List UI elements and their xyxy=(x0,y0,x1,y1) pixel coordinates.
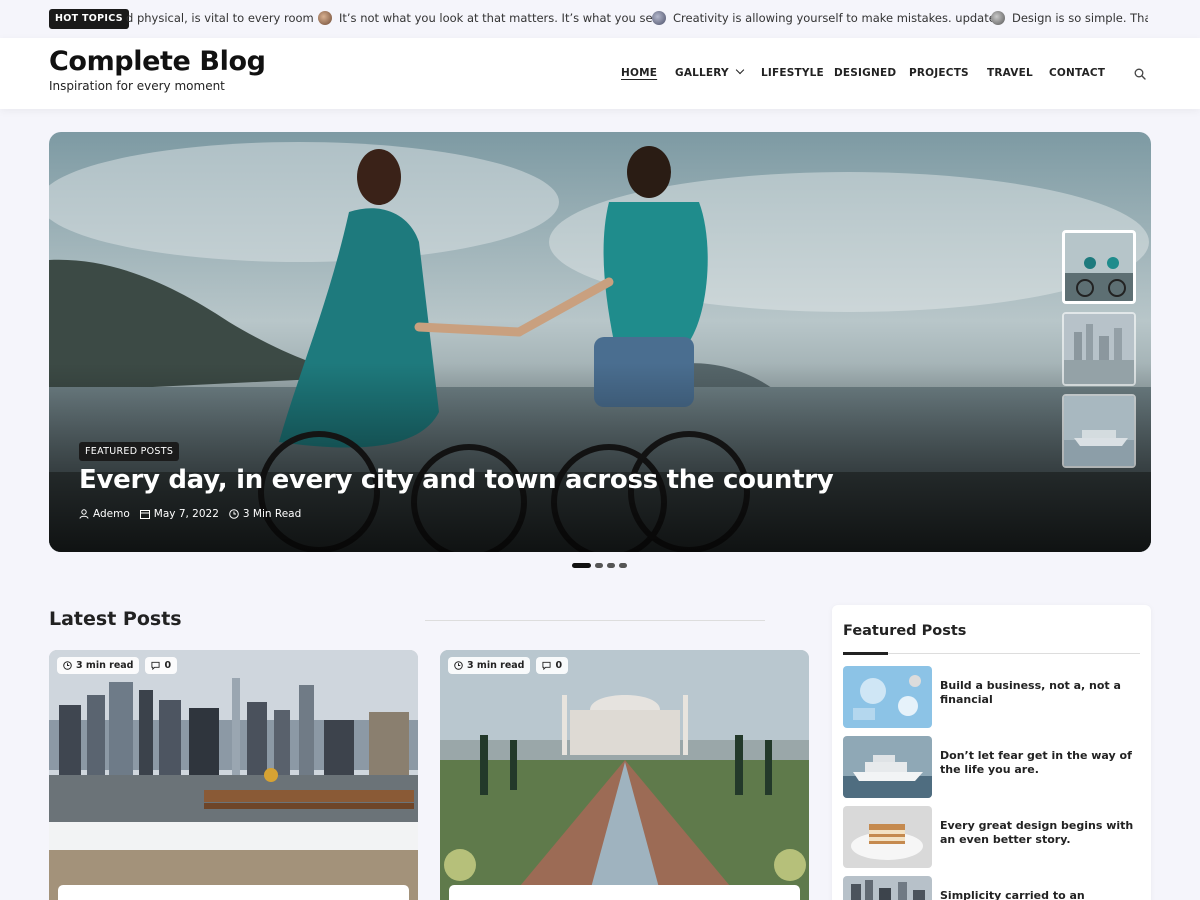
post-card-badges: 3 min read 0 xyxy=(57,657,178,674)
comments-badge[interactable]: 0 xyxy=(145,657,178,674)
nav-contact[interactable]: CONTACT xyxy=(1049,67,1105,79)
post-card-image xyxy=(440,650,809,900)
hero-thumb-city[interactable] xyxy=(1062,312,1136,386)
featured-posts-widget: Featured Posts Build a business, not a, … xyxy=(832,605,1151,900)
read-time-text: 3 min read xyxy=(467,660,525,671)
thumb-image xyxy=(1064,396,1134,466)
site-tagline: Inspiration for every moment xyxy=(49,79,225,93)
featured-post-item[interactable]: Build a business, not a, not a financial xyxy=(843,666,1141,728)
hero-read-time-text: 3 Min Read xyxy=(242,508,302,520)
featured-post-thumb[interactable] xyxy=(843,876,932,900)
hero-author-name: Ademo xyxy=(93,508,130,520)
slider-dot[interactable] xyxy=(619,563,627,568)
ticker-item-text: Creativity is allowing yourself to make … xyxy=(673,11,996,25)
nav-gallery[interactable]: GALLERY xyxy=(675,65,745,79)
nav-designed[interactable]: DESIGNED xyxy=(834,67,896,79)
hero-author[interactable]: Ademo xyxy=(79,508,130,520)
slider-dot[interactable] xyxy=(595,563,603,568)
hero-slider[interactable]: FEATURED POSTS Every day, in every city … xyxy=(49,132,1151,552)
hero-read-time: 3 Min Read xyxy=(229,508,301,520)
ticker-thumb xyxy=(991,11,1005,25)
ticker-item[interactable]: d physical, is vital to every room xyxy=(126,11,314,25)
hot-topics-label: HOT TOPICS xyxy=(49,9,129,29)
featured-post-title[interactable]: Build a business, not a, not a financial xyxy=(940,679,1135,707)
ticker-thumb xyxy=(318,11,332,25)
nav-gallery-label: GALLERY xyxy=(675,67,729,79)
slider-dots xyxy=(572,563,627,568)
thumb-image xyxy=(843,666,932,728)
featured-post-title[interactable]: Don’t let fear get in the way of the lif… xyxy=(940,749,1135,777)
comment-icon xyxy=(151,661,161,670)
read-time-badge: 3 min read xyxy=(57,657,140,674)
user-icon xyxy=(79,509,89,519)
brand[interactable]: Complete Blog Inspiration for every mome… xyxy=(49,46,266,93)
site-header: Complete Blog Inspiration for every mome… xyxy=(0,38,1200,109)
hero-category-badge[interactable]: FEATURED POSTS xyxy=(79,442,180,461)
nav-lifestyle[interactable]: LIFESTYLE xyxy=(761,67,824,79)
widget-divider-accent xyxy=(843,652,888,655)
thumb-image xyxy=(1065,233,1133,301)
post-card-badges: 3 min read 0 xyxy=(448,657,569,674)
featured-post-item[interactable]: Don’t let fear get in the way of the lif… xyxy=(843,736,1141,798)
post-card-body xyxy=(449,885,800,900)
featured-post-title[interactable]: Simplicity carried to an extreme xyxy=(940,889,1135,900)
comments-badge[interactable]: 0 xyxy=(536,657,569,674)
ticker-item[interactable]: Design is so simple. That’s xyxy=(991,11,1148,25)
featured-post-thumb[interactable] xyxy=(843,736,932,798)
site-title[interactable]: Complete Blog xyxy=(49,46,266,77)
latest-posts-title: Latest Posts xyxy=(49,608,182,630)
ticker-item[interactable]: Creativity is allowing yourself to make … xyxy=(652,11,996,25)
read-time-text: 3 min read xyxy=(76,660,134,671)
ticker-thumb xyxy=(652,11,666,25)
nav-travel[interactable]: TRAVEL xyxy=(987,67,1033,79)
hero-title[interactable]: Every day, in every city and town across… xyxy=(79,465,834,495)
featured-post-item[interactable]: Simplicity carried to an extreme xyxy=(843,876,1141,900)
calendar-icon xyxy=(139,510,150,519)
post-card-image xyxy=(49,650,418,900)
hero-date[interactable]: May 7, 2022 xyxy=(139,508,219,520)
post-card[interactable]: 3 min read 0 xyxy=(440,650,809,900)
hero-thumb-ship[interactable] xyxy=(1062,394,1136,468)
thumb-image xyxy=(1064,314,1134,384)
post-card[interactable]: 3 min read 0 xyxy=(49,650,418,900)
clock-icon xyxy=(454,661,463,670)
ticker-track: d physical, is vital to every room It’s … xyxy=(126,0,1148,38)
featured-post-item[interactable]: Every great design begins with an even b… xyxy=(843,806,1141,868)
read-time-badge: 3 min read xyxy=(448,657,531,674)
search-icon[interactable] xyxy=(1134,68,1146,80)
comment-icon xyxy=(542,661,552,670)
slider-dot[interactable] xyxy=(607,563,615,568)
clock-icon xyxy=(229,509,239,519)
hot-topics-ticker: HOT TOPICS d physical, is vital to every… xyxy=(0,0,1200,38)
ticker-item-text: d physical, is vital to every room xyxy=(126,11,314,25)
hero-thumb-couple[interactable] xyxy=(1062,230,1136,304)
clock-icon xyxy=(63,661,72,670)
featured-post-thumb[interactable] xyxy=(843,666,932,728)
ticker-item[interactable]: It’s not what you look at that matters. … xyxy=(318,11,663,25)
nav-projects[interactable]: PROJECTS xyxy=(909,67,969,79)
nav-home[interactable]: HOME xyxy=(621,67,657,79)
ticker-item-text: It’s not what you look at that matters. … xyxy=(339,11,664,25)
hero-meta: Ademo May 7, 2022 3 Min Read xyxy=(79,508,301,520)
post-card-body xyxy=(58,885,409,900)
section-divider xyxy=(425,620,765,621)
chevron-down-icon xyxy=(735,65,745,75)
slider-dot[interactable] xyxy=(572,563,591,568)
widget-title: Featured Posts xyxy=(843,623,967,639)
thumb-image xyxy=(843,876,932,900)
comments-count: 0 xyxy=(164,660,172,671)
hero-date-text: May 7, 2022 xyxy=(153,508,219,520)
ticker-item-text: Design is so simple. That’s xyxy=(1012,11,1148,25)
featured-post-thumb[interactable] xyxy=(843,806,932,868)
thumb-image xyxy=(843,806,932,868)
thumb-image xyxy=(843,736,932,798)
featured-post-title[interactable]: Every great design begins with an even b… xyxy=(940,819,1135,847)
comments-count: 0 xyxy=(555,660,563,671)
